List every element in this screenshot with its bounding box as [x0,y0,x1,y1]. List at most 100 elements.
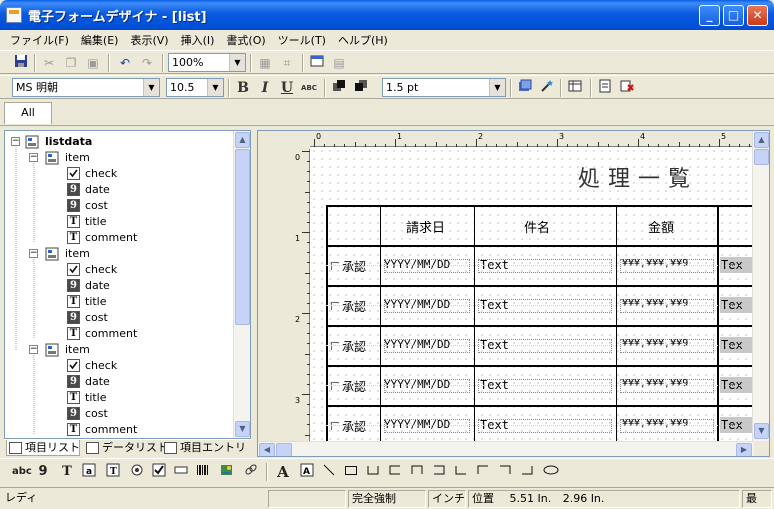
tree-field[interactable]: check [5,166,233,182]
menu-insert[interactable]: 挿入(I) [175,32,221,48]
rectangle-tool-icon[interactable] [342,463,360,481]
close-button[interactable]: ✕ [747,5,768,26]
form-view-icon[interactable] [308,54,326,72]
zoom-select[interactable]: 100% ▼ [168,53,246,72]
form-title[interactable]: 処理一覧 [578,161,698,193]
tree-item[interactable]: − item [5,246,233,262]
row-check-label[interactable]: 承認 [342,298,366,315]
radio-icon[interactable] [128,463,146,481]
tree-field[interactable]: Tcomment [5,326,233,342]
label-tool[interactable]: T [58,463,76,481]
font-size-select[interactable]: 10.5 ▼ [166,78,224,97]
snap-icon[interactable]: ⌗ [278,54,296,72]
button-tool-icon[interactable] [172,463,190,481]
corner-top-right-icon[interactable] [496,463,514,481]
bold-button[interactable]: B [234,79,252,97]
link-icon[interactable] [242,463,260,481]
tab-item-entry[interactable]: 項目エントリ [162,440,248,456]
italic-button[interactable]: I [256,79,274,97]
grid-icon[interactable]: ▦ [256,54,274,72]
bring-front-icon[interactable] [330,79,348,97]
form-canvas[interactable]: 処理一覧 請求日 件名 金額 承認 YYYY/MM/DD Text ¥¥¥,¥¥¥,¥¥9 T… [310,147,754,441]
font-name-select[interactable]: MS 明朝 ▼ [12,78,160,97]
save-icon[interactable] [12,54,30,72]
text-field-tool[interactable]: abc [12,463,32,481]
row-amount-field[interactable]: ¥¥¥,¥¥¥,¥¥9 [622,378,688,389]
bracket-bottom-icon[interactable] [364,463,382,481]
row-amount-field[interactable]: ¥¥¥,¥¥¥,¥¥9 [622,298,688,309]
tree-field[interactable]: 9 date [5,374,233,390]
bracket-top-icon[interactable] [408,463,426,481]
row-amount-field[interactable]: ¥¥¥,¥¥¥,¥¥9 [622,418,688,429]
table-header-cell[interactable]: 請求日 [406,217,445,236]
tab-items-list[interactable]: 項目リスト [6,440,80,456]
row-check-label[interactable]: 承認 [342,338,366,355]
tab-all[interactable]: All [4,102,52,124]
tree-field[interactable]: 9 date [5,182,233,198]
menu-format[interactable]: 書式(O) [220,32,271,48]
scroll-left-icon[interactable]: ◀ [259,443,275,456]
checkbox-icon[interactable] [331,422,339,430]
row-check-label[interactable]: 承認 [342,258,366,275]
undo-icon[interactable]: ↶ [116,54,134,72]
number-field-tool[interactable]: 9 [34,463,52,481]
bracket-right-icon[interactable] [430,463,448,481]
menu-edit[interactable]: 編集(E) [75,32,125,48]
menu-help[interactable]: ヘルプ(H) [332,32,394,48]
menu-view[interactable]: 表示(V) [124,32,174,48]
preview-icon[interactable]: ▤ [330,54,348,72]
tree-field[interactable]: Ttitle [5,390,233,406]
design-vscrollbar[interactable]: ▲ ▼ [752,131,769,441]
tree-field[interactable]: Ttitle [5,294,233,310]
corner-top-left-icon[interactable] [474,463,492,481]
tree-field[interactable]: Tcomment [5,422,233,438]
database-icon[interactable] [516,79,534,97]
row-amount-field[interactable]: ¥¥¥,¥¥¥,¥¥9 [622,338,688,349]
menu-file[interactable]: ファイル(F) [4,32,75,48]
tree-item[interactable]: − item [5,150,233,166]
copy-icon[interactable]: ❐ [62,54,80,72]
scroll-up-icon[interactable]: ▲ [235,132,250,148]
tree-field[interactable]: 9 date [5,278,233,294]
tree-field[interactable]: 9 cost [5,406,233,422]
tab-data-list[interactable]: データリスト [84,440,168,456]
checkbox-icon[interactable] [331,302,339,310]
table-icon[interactable] [566,79,584,97]
bracket-left-icon[interactable] [386,463,404,481]
picture-icon[interactable] [218,463,236,481]
design-vscroll-thumb[interactable] [754,149,769,165]
maximize-button[interactable]: □ [723,5,744,26]
strikethrough-button[interactable]: ABC [300,79,318,97]
tree-scrollbar[interactable]: ▲ ▼ [233,131,250,438]
barcode-icon[interactable] [194,463,212,481]
line-width-select[interactable]: 1.5 pt ▼ [382,78,506,97]
row-check-label[interactable]: 承認 [342,378,366,395]
design-hscroll-thumb[interactable] [276,443,292,456]
collapse-icon[interactable]: − [29,153,38,162]
wand-icon[interactable] [538,79,556,97]
table-header-cell[interactable]: 件名 [524,217,550,236]
underline-button[interactable]: U [278,79,296,97]
delete-field-icon[interactable] [618,79,636,97]
row-check-label[interactable]: 承認 [342,418,366,435]
cut-icon[interactable]: ✂ [40,54,58,72]
paste-icon[interactable]: ▣ [84,54,102,72]
text-box-icon[interactable]: T [104,463,122,481]
corner-bottom-right-icon[interactable] [518,463,536,481]
design-hscrollbar[interactable]: ◀ ▶ [258,441,754,456]
corner-bottom-left-icon[interactable] [452,463,470,481]
tree-item[interactable]: − item [5,342,233,358]
scroll-up-icon[interactable]: ▲ [754,132,769,148]
collapse-icon[interactable]: − [29,345,38,354]
ellipse-tool-icon[interactable] [542,463,560,481]
scroll-down-icon[interactable]: ▼ [235,421,250,437]
menu-tools[interactable]: ツール(T) [272,32,332,48]
redo-icon[interactable]: ↷ [138,54,156,72]
tree-root[interactable]: − listdata [5,134,233,150]
tree-scroll-thumb[interactable] [235,149,250,325]
checkbox-icon[interactable] [331,342,339,350]
scroll-down-icon[interactable]: ▼ [754,423,769,439]
tree-field[interactable]: 9 cost [5,310,233,326]
checkbox-icon[interactable] [331,262,339,270]
table-header-cell[interactable]: 金額 [648,217,674,236]
